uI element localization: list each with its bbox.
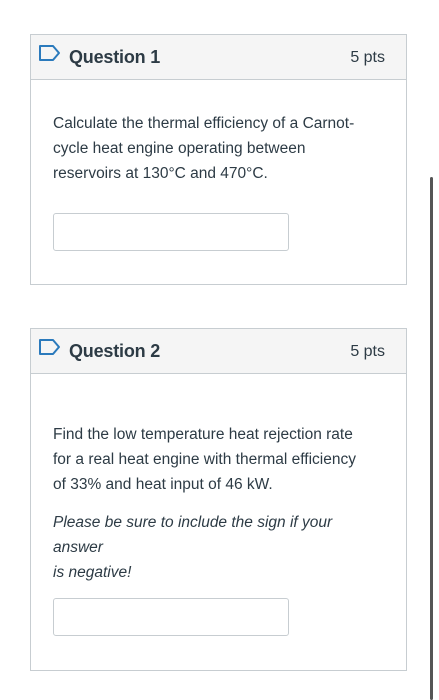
question-2-note: Please be sure to include the sign if yo… — [53, 510, 386, 585]
flag-icon[interactable] — [38, 44, 62, 62]
question-1-text: Calculate the thermal efficiency of a Ca… — [53, 111, 386, 186]
question-2-text-line: Find the low temperature heat rejection … — [53, 426, 353, 443]
question-2-note-line: is negative! — [53, 564, 132, 581]
question-1-header: Question 1 5 pts — [31, 35, 406, 80]
page-scrollbar[interactable] — [430, 177, 433, 700]
question-2-body: Find the low temperature heat rejection … — [53, 422, 386, 585]
question-2-title: Question 2 — [69, 341, 161, 361]
question-2-text-line: for a real heat engine with thermal effi… — [53, 451, 356, 468]
question-2-note-line: Please be sure to include the sign if yo… — [53, 514, 333, 556]
question-1-answer-input[interactable] — [53, 213, 289, 251]
question-2: Question 2 5 pts Find the low temperatur… — [30, 328, 407, 671]
flag-icon[interactable] — [38, 338, 62, 356]
question-1-title: Question 1 — [69, 47, 161, 67]
question-1-text-line: Calculate the thermal efficiency of a Ca… — [53, 115, 355, 132]
question-1-text-line: cycle heat engine operating between — [53, 140, 306, 157]
question-2-text-line: of 33% and heat input of 46 kW. — [53, 476, 273, 493]
question-2-text: Find the low temperature heat rejection … — [53, 422, 386, 497]
question-1-body: Calculate the thermal efficiency of a Ca… — [53, 111, 386, 186]
question-1-text-line: reservoirs at 130°C and 470°C. — [53, 165, 268, 182]
question-1-points: 5 pts — [350, 49, 385, 66]
question-2-points: 5 pts — [350, 343, 385, 360]
question-2-header: Question 2 5 pts — [31, 329, 406, 374]
question-2-answer-input[interactable] — [53, 598, 289, 636]
question-1: Question 1 5 pts Calculate the thermal e… — [30, 34, 407, 285]
